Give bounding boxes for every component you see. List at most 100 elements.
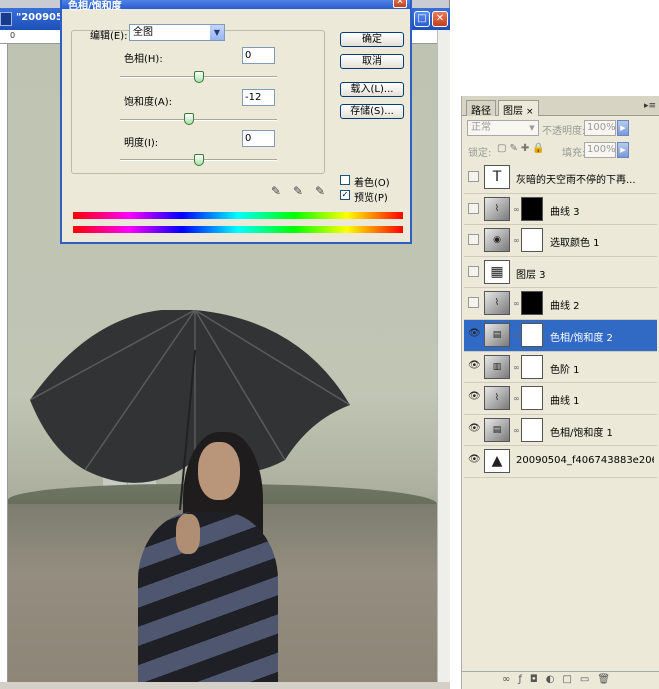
visibility-eye-icon[interactable]: 👁 [468, 455, 481, 466]
levels-layer-thumbnail-icon[interactable]: ▥ [484, 354, 510, 379]
curves-layer-thumbnail-icon[interactable]: ⌇ [484, 291, 510, 316]
preview-label: 预览(P) [354, 193, 388, 204]
saturation-label: 饱和度(A): [124, 97, 173, 108]
visibility-eye-icon[interactable] [468, 202, 479, 214]
saturation-slider-thumb[interactable] [184, 113, 195, 125]
link-icon[interactable]: ∞ [513, 331, 520, 340]
dialog-close-button[interactable]: ✕ [393, 0, 407, 8]
vertical-scrollbar[interactable] [437, 30, 450, 689]
layers-panel: 路径 图层 × ▸≡ 正常 ▼ 不透明度: 100% ▶ 锁定: ▢✎✚🔒 填充:… [461, 96, 659, 689]
layer-name: 曲线 1 [550, 396, 580, 408]
pixel-layer-thumbnail-icon[interactable]: ▦ [484, 259, 510, 284]
tab-layers[interactable]: 图层 × [498, 100, 539, 117]
ok-button[interactable]: 确定 [340, 32, 404, 47]
layer-row[interactable]: ◉ ∞ 选取颜色 1 [464, 225, 657, 257]
colorize-checkbox[interactable] [340, 175, 350, 185]
eyedropper-icon[interactable]: ✎ [268, 184, 284, 198]
hue-saturation-layer-thumbnail-icon[interactable]: ▤ [484, 322, 510, 347]
fill-input[interactable]: 100% [584, 142, 616, 158]
layer-row[interactable]: 👁 ▥ ∞ 色阶 1 [464, 351, 657, 384]
visibility-eye-icon[interactable] [468, 234, 479, 246]
visibility-eye-icon[interactable]: 👁 [468, 360, 481, 372]
layer-row[interactable]: 👁 ▤ ∞ 色相/饱和度 1 [464, 414, 657, 447]
visibility-eye-icon[interactable]: 👁 [468, 392, 481, 403]
tab-paths-label: 路径 [471, 106, 491, 117]
layer-mask-thumbnail[interactable] [521, 322, 543, 347]
blend-mode-value: 正常 [471, 122, 491, 133]
preview-checkbox[interactable]: ✓ [340, 190, 350, 200]
layer-name: 曲线 3 [550, 206, 580, 218]
link-icon[interactable]: ∞ [513, 363, 520, 372]
woman-striped-sweater [138, 512, 278, 682]
lock-label: 锁定: [468, 148, 492, 159]
lock-icons[interactable]: ▢✎✚🔒 [497, 143, 548, 154]
hue-slider-thumb[interactable] [193, 71, 204, 83]
close-button[interactable]: ✕ [432, 11, 448, 27]
close-icon[interactable]: × [526, 107, 534, 117]
hue-saturation-layer-thumbnail-icon[interactable]: ▤ [484, 417, 510, 442]
save-button[interactable]: 存储(S)... [340, 104, 404, 119]
layer-row[interactable]: 👁 ▤ ∞ 色相/饱和度 2 [464, 319, 657, 352]
opacity-input[interactable]: 100% [584, 120, 616, 136]
curves-layer-thumbnail-icon[interactable]: ⌇ [484, 386, 510, 411]
panel-menu-icon[interactable]: ▸≡ [644, 101, 656, 111]
edit-channel-select[interactable]: 全图 ▼ [129, 24, 225, 41]
hue-saturation-dialog: 色相/饱和度 ✕ 编辑(E): 全图 ▼ 色相(H): 0 饱和度(A): -1… [60, 0, 412, 244]
panel-bottom-toolbar[interactable]: ∞ƒ◘◐□▭🗑 [462, 671, 659, 689]
layer-row[interactable]: T 灰暗的天空雨不停的下再... [464, 162, 657, 194]
visibility-eye-icon[interactable] [468, 297, 479, 309]
selective-color-layer-thumbnail-icon[interactable]: ◉ [484, 228, 510, 253]
layers-list: T 灰暗的天空雨不停的下再... ⌇ ∞ 曲线 3 ◉ ∞ 选取颜色 1 ▦ 图层 3 ⌇ ∞ 曲线 2… [464, 162, 657, 478]
image-layer-thumbnail-icon[interactable]: ▲ [484, 449, 510, 474]
layer-row[interactable]: ⌇ ∞ 曲线 3 [464, 193, 657, 226]
status-bar [0, 682, 450, 689]
load-button[interactable]: 载入(L)... [340, 82, 404, 97]
visibility-eye-icon[interactable]: 👁 [468, 423, 481, 435]
opacity-label: 不透明度: [542, 126, 586, 137]
eyedropper-plus-icon[interactable]: ✎ [290, 184, 306, 198]
layer-mask-thumbnail[interactable] [521, 228, 543, 253]
layer-row[interactable]: ⌇ ∞ 曲线 2 [464, 288, 657, 320]
layer-row[interactable]: 👁▲ 20090504_f406743883e206b6... [464, 446, 657, 478]
link-icon[interactable]: ∞ [513, 205, 520, 214]
eyedropper-minus-icon[interactable]: ✎ [312, 184, 328, 198]
text-layer-thumbnail-icon[interactable]: T [484, 165, 510, 189]
hue-input[interactable]: 0 [242, 47, 275, 64]
layer-mask-thumbnail[interactable] [521, 196, 543, 221]
visibility-eye-icon[interactable] [468, 265, 479, 277]
layer-row[interactable]: ▦ 图层 3 [464, 256, 657, 289]
layer-mask-thumbnail[interactable] [521, 291, 543, 316]
output-hue-bar [73, 226, 403, 233]
opacity-slider-button[interactable]: ▶ [617, 120, 629, 136]
edit-channel-value: 全图 [133, 27, 153, 38]
curves-layer-thumbnail-icon[interactable]: ⌇ [484, 196, 510, 221]
saturation-input[interactable]: -12 [242, 89, 275, 106]
link-icon[interactable]: ∞ [513, 299, 520, 308]
dialog-titlebar[interactable]: 色相/饱和度 ✕ [62, 0, 410, 12]
panel-tabs: 路径 图层 × ▸≡ [462, 96, 659, 117]
layer-mask-thumbnail[interactable] [521, 354, 543, 379]
layer-mask-thumbnail[interactable] [521, 417, 543, 442]
chevron-down-icon[interactable]: ▼ [526, 121, 538, 135]
visibility-eye-icon[interactable] [468, 171, 479, 182]
cancel-button[interactable]: 取消 [340, 54, 404, 69]
layer-name: 选取颜色 1 [550, 238, 600, 250]
layer-row[interactable]: 👁 ⌇ ∞ 曲线 1 [464, 383, 657, 415]
layer-name: 曲线 2 [550, 301, 580, 313]
blend-mode-select[interactable]: 正常 ▼ [467, 120, 539, 136]
tab-paths[interactable]: 路径 [466, 100, 496, 117]
layer-mask-thumbnail[interactable] [521, 386, 543, 411]
photoshop-doc-icon [0, 12, 12, 26]
dialog-title: 色相/饱和度 [68, 1, 122, 12]
link-icon[interactable]: ∞ [513, 426, 520, 435]
link-icon[interactable]: ∞ [513, 394, 520, 403]
maximize-button[interactable]: □ [414, 11, 430, 27]
saturation-slider-track[interactable] [120, 119, 277, 121]
lightness-slider-thumb[interactable] [193, 154, 204, 166]
woman-face [198, 442, 240, 500]
link-icon[interactable]: ∞ [513, 236, 520, 245]
fill-slider-button[interactable]: ▶ [617, 142, 629, 158]
lightness-input[interactable]: 0 [242, 130, 275, 147]
visibility-eye-icon[interactable]: 👁 [468, 328, 481, 340]
chevron-down-icon[interactable]: ▼ [210, 25, 224, 40]
